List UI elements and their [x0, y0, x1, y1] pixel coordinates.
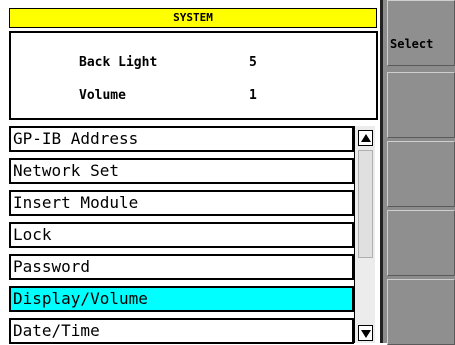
- softkey-5[interactable]: [387, 279, 455, 345]
- menu-item-date-time[interactable]: Date/Time: [9, 318, 354, 344]
- menu-scrollbar[interactable]: [354, 126, 375, 343]
- scroll-thumb[interactable]: [358, 150, 373, 258]
- system-panel: SYSTEM Back Light 5 Volume 1 GP-IB Addre…: [0, 0, 380, 344]
- softkey-4[interactable]: [387, 210, 455, 276]
- menu-item-lock[interactable]: Lock: [9, 222, 354, 248]
- back-light-label: Back Light: [79, 55, 158, 70]
- system-title: SYSTEM: [9, 8, 377, 28]
- volume-value: 1: [249, 88, 257, 103]
- menu-item-password[interactable]: Password: [9, 254, 354, 280]
- status-box: Back Light 5 Volume 1: [9, 31, 378, 120]
- volume-label: Volume: [79, 88, 126, 103]
- scroll-down-button[interactable]: [358, 325, 373, 341]
- menu-item-insert-module[interactable]: Insert Module: [9, 190, 354, 216]
- softkey-3[interactable]: [387, 141, 455, 207]
- triangle-down-icon: [361, 330, 371, 338]
- softkey-select[interactable]: Select: [387, 0, 455, 66]
- menu-item-network-set[interactable]: Network Set: [9, 158, 354, 184]
- triangle-up-icon: [361, 134, 371, 142]
- menu-item-gpib-address[interactable]: GP-IB Address: [9, 126, 354, 152]
- softkey-select-label: Select: [390, 37, 434, 51]
- softkey-2[interactable]: [387, 72, 455, 138]
- menu-item-display-volume[interactable]: Display/Volume: [9, 286, 354, 312]
- softkey-panel: Select: [383, 0, 455, 345]
- back-light-value: 5: [249, 55, 257, 70]
- scroll-up-button[interactable]: [358, 130, 373, 146]
